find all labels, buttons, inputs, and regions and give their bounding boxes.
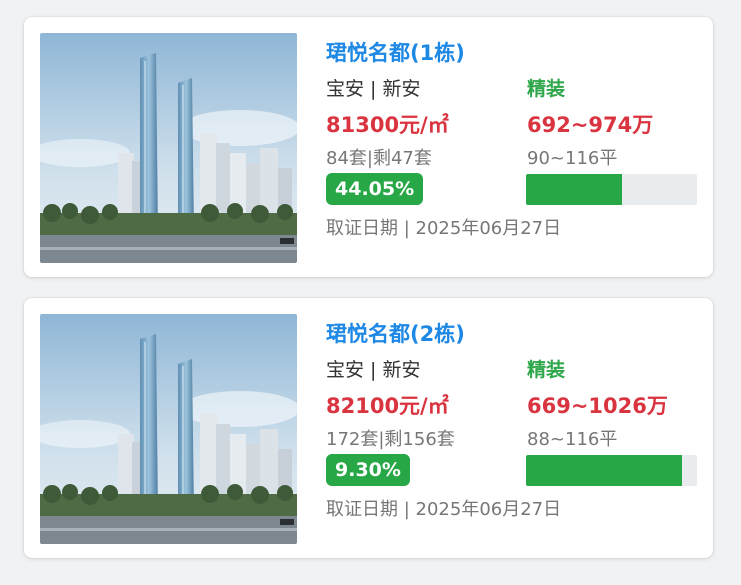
progress-bar <box>526 455 697 486</box>
area-range: 90~116平 <box>527 148 618 169</box>
sold-percent-badge: 44.05% <box>326 173 424 205</box>
total-price-range: 669~1026万 <box>527 394 668 418</box>
unit-count: 84套|剩47套 <box>326 148 432 169</box>
total-price-range: 692~974万 <box>527 113 654 137</box>
location-text: 宝安 | 新安 <box>326 359 421 381</box>
area-range: 88~116平 <box>527 429 618 450</box>
permit-date: 取证日期 | 2025年06月27日 <box>326 218 562 239</box>
building-photo[interactable] <box>40 33 297 263</box>
building-photo[interactable] <box>40 314 297 544</box>
unit-count: 172套|剩156套 <box>326 429 455 450</box>
decoration-type: 精装 <box>527 359 566 381</box>
sold-percent-badge: 9.30% <box>326 454 410 486</box>
listing-card[interactable]: 珺悦名都(1栋) 宝安 | 新安 精装 81300元/㎡ 692~974万 84… <box>24 17 713 277</box>
listing-title[interactable]: 珺悦名都(1栋) <box>326 37 465 67</box>
unit-price: 81300元/㎡ <box>326 113 449 137</box>
progress-bar <box>526 174 697 205</box>
listing-title[interactable]: 珺悦名都(2栋) <box>326 318 465 348</box>
progress-fill <box>526 455 682 486</box>
decoration-type: 精装 <box>527 78 566 100</box>
unit-price: 82100元/㎡ <box>326 394 449 418</box>
progress-fill <box>526 174 622 205</box>
location-text: 宝安 | 新安 <box>326 78 421 100</box>
permit-date: 取证日期 | 2025年06月27日 <box>326 499 562 520</box>
listing-card[interactable]: 珺悦名都(2栋) 宝安 | 新安 精装 82100元/㎡ 669~1026万 1… <box>24 298 713 558</box>
